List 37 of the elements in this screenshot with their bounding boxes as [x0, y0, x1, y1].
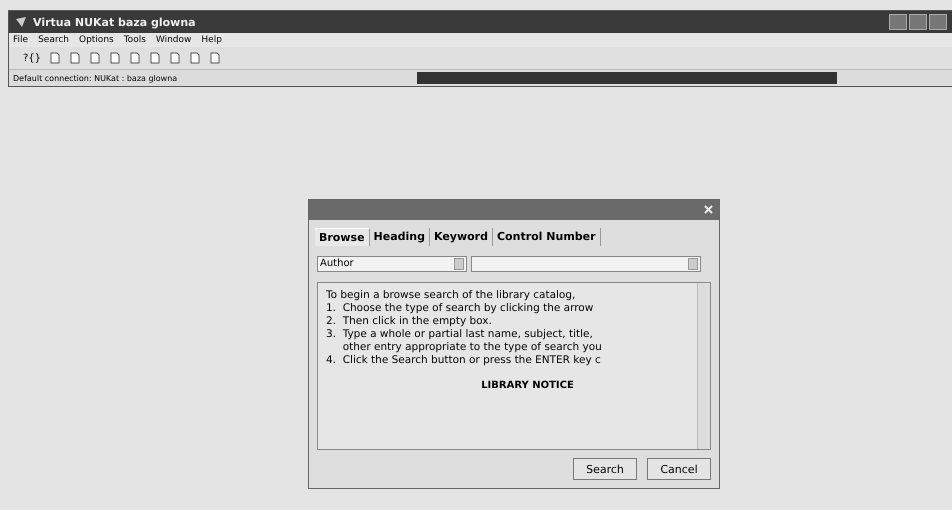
tab[interactable]: Control Number	[492, 228, 601, 246]
document-icon[interactable]	[49, 52, 62, 64]
document-icon[interactable]	[209, 52, 222, 64]
scrollbar[interactable]	[697, 282, 710, 449]
menu-item[interactable]: Tools	[124, 35, 146, 45]
cancel-button[interactable]: Cancel	[647, 458, 711, 480]
document-icon[interactable]	[189, 52, 202, 64]
tab[interactable]: Keyword	[430, 228, 493, 246]
instruction-line: 1. Choose the type of search by clicking the arrow	[326, 302, 594, 315]
instruction-line: To begin a browse search of the library catalog,	[326, 288, 576, 302]
help-button[interactable]: ?{}	[23, 52, 42, 64]
tab[interactable]: Browse	[315, 228, 370, 246]
document-icon[interactable]	[169, 52, 182, 64]
app-icon	[15, 16, 27, 28]
menu-item[interactable]: File	[13, 35, 28, 45]
document-icon[interactable]	[109, 52, 122, 64]
window-title: Virtua NUKat baza glowna	[33, 16, 196, 28]
close-icon[interactable]	[704, 205, 713, 214]
menu-item[interactable]: Search	[38, 35, 69, 45]
menu-item[interactable]: Window	[156, 35, 192, 45]
document-icon[interactable]	[129, 52, 142, 64]
document-icon[interactable]	[149, 52, 162, 64]
menu-item[interactable]: Help	[201, 35, 222, 45]
search-term-dropdown[interactable]	[471, 256, 701, 272]
dropdown-value: Author	[320, 258, 354, 270]
menu-item[interactable]: Options	[78, 35, 114, 45]
search-button[interactable]: Search	[573, 458, 637, 480]
status-text: Default connection: NUKat : baza glowna	[13, 74, 178, 82]
instruction-line: other entry appropriate to the type of search you	[342, 340, 603, 354]
instruction-line: 3. Type a whole or partial last name, subject, title,	[326, 328, 594, 341]
search-type-dropdown[interactable]: Author	[317, 256, 467, 272]
notice-heading: LIBRARY NOTICE	[480, 378, 575, 392]
tab[interactable]: Heading	[370, 228, 430, 246]
document-icon[interactable]	[69, 52, 82, 64]
document-icon[interactable]	[89, 52, 102, 64]
instruction-line: 2. Then click in the empty box.	[326, 314, 493, 328]
instruction-line: 4. Click the Search button or press the ENTER key c	[326, 354, 602, 367]
